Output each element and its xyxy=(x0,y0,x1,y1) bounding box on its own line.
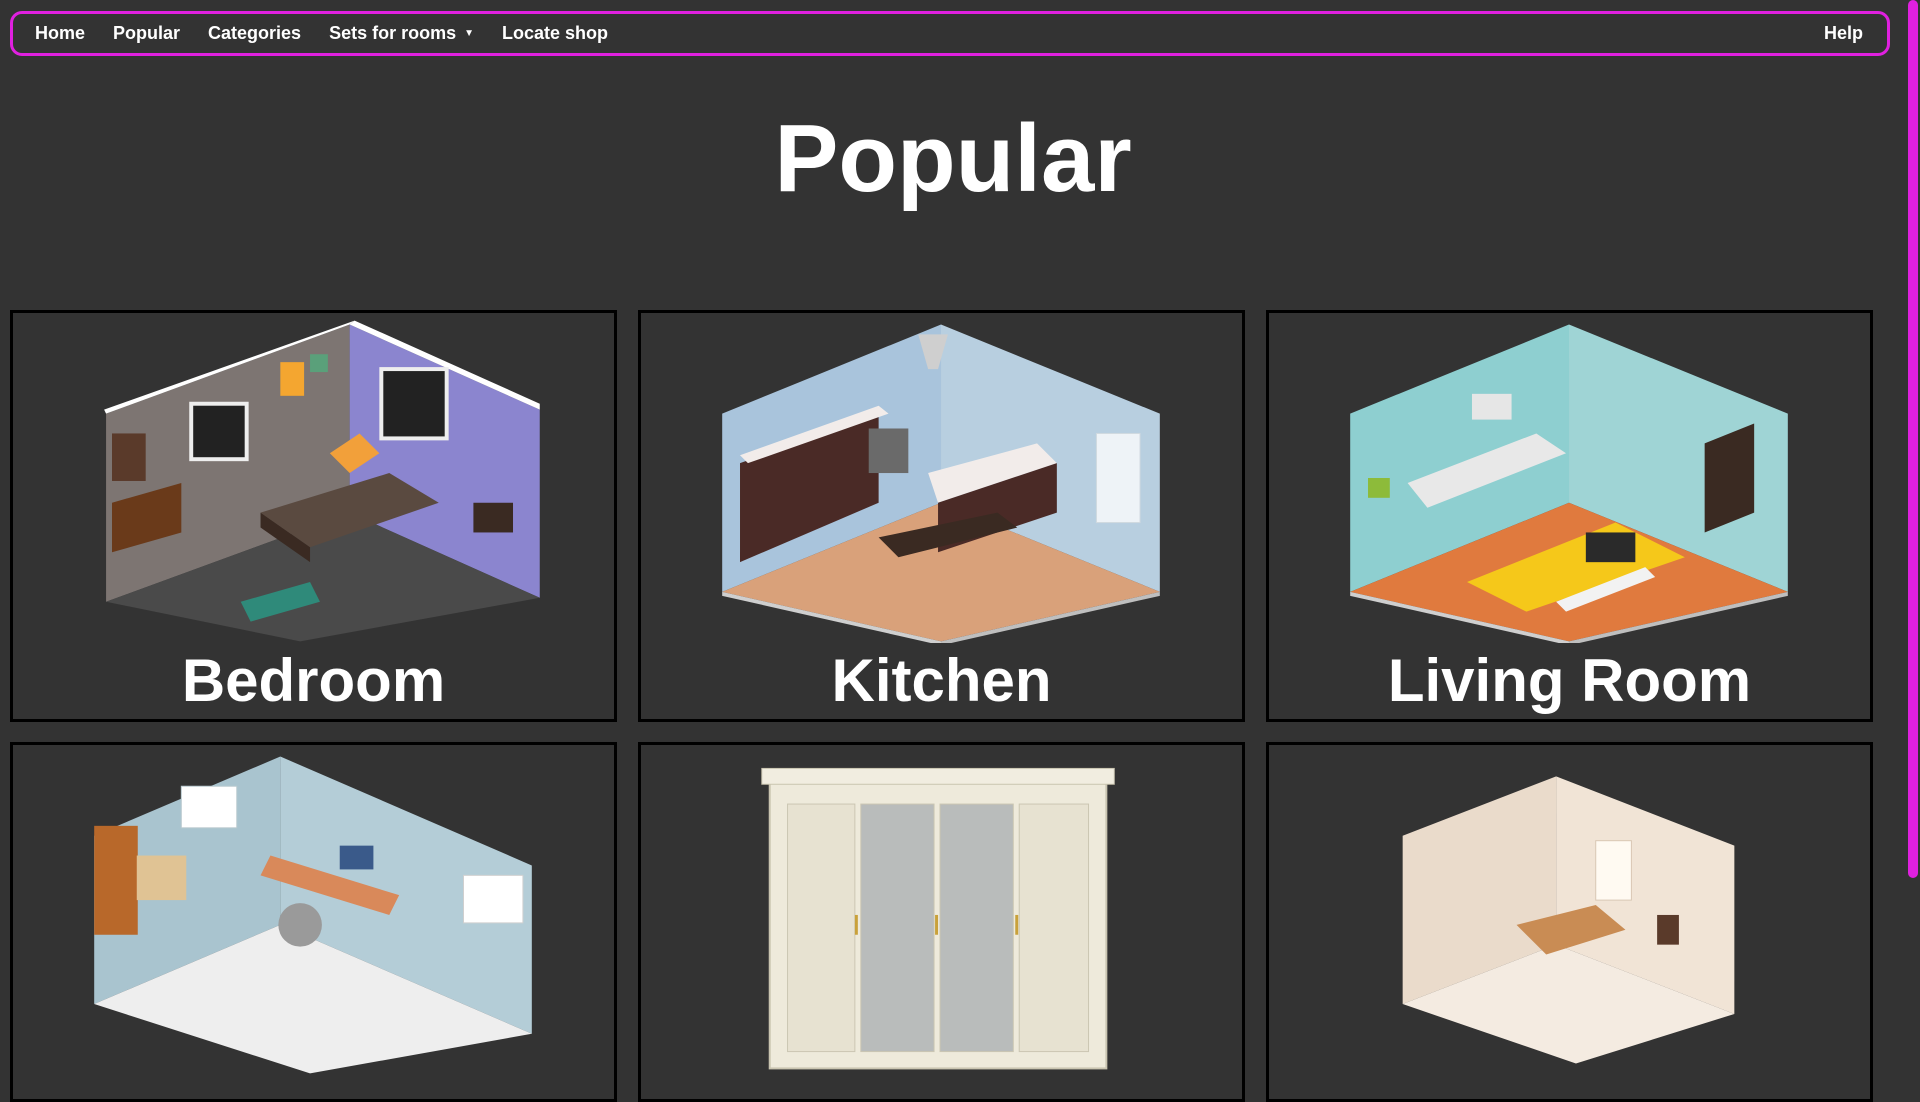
wardrobe-image xyxy=(761,767,1115,1070)
page-title: Popular xyxy=(774,105,1132,212)
card-kitchen-label: Kitchen xyxy=(831,647,1052,714)
card-office[interactable] xyxy=(10,742,617,1102)
bedroom-image xyxy=(104,320,540,642)
scrollbar-thumb[interactable] xyxy=(1908,0,1918,878)
card-bedroom-label: Bedroom xyxy=(181,647,446,714)
nav-home[interactable]: Home xyxy=(35,23,85,44)
card-wardrobe[interactable] xyxy=(638,742,1245,1102)
card-living-room-label: Living Room xyxy=(1387,647,1752,714)
scrollbar-track[interactable] xyxy=(1906,0,1920,1080)
card-living-room[interactable]: Living Room xyxy=(1266,310,1873,722)
card-bedroom[interactable]: Bedroom xyxy=(10,310,617,722)
nav-sets-for-rooms[interactable]: Sets for rooms ▼ xyxy=(329,23,474,44)
kitchen-image xyxy=(722,324,1160,643)
card-kitchen[interactable]: Kitchen xyxy=(638,310,1245,722)
nav-help[interactable]: Help xyxy=(1824,23,1863,44)
nav-categories[interactable]: Categories xyxy=(208,23,301,44)
nav-locate-shop[interactable]: Locate shop xyxy=(502,23,608,44)
nav-popular[interactable]: Popular xyxy=(113,23,180,44)
caret-down-icon: ▼ xyxy=(464,28,475,39)
top-navbar: Home Popular Categories Sets for rooms ▼… xyxy=(10,11,1890,56)
dining-room-image xyxy=(1402,776,1735,1064)
office-image xyxy=(94,756,532,1074)
card-dining-room[interactable] xyxy=(1266,742,1873,1102)
nav-sets-for-rooms-label: Sets for rooms xyxy=(329,23,457,43)
living-room-image xyxy=(1350,324,1788,643)
